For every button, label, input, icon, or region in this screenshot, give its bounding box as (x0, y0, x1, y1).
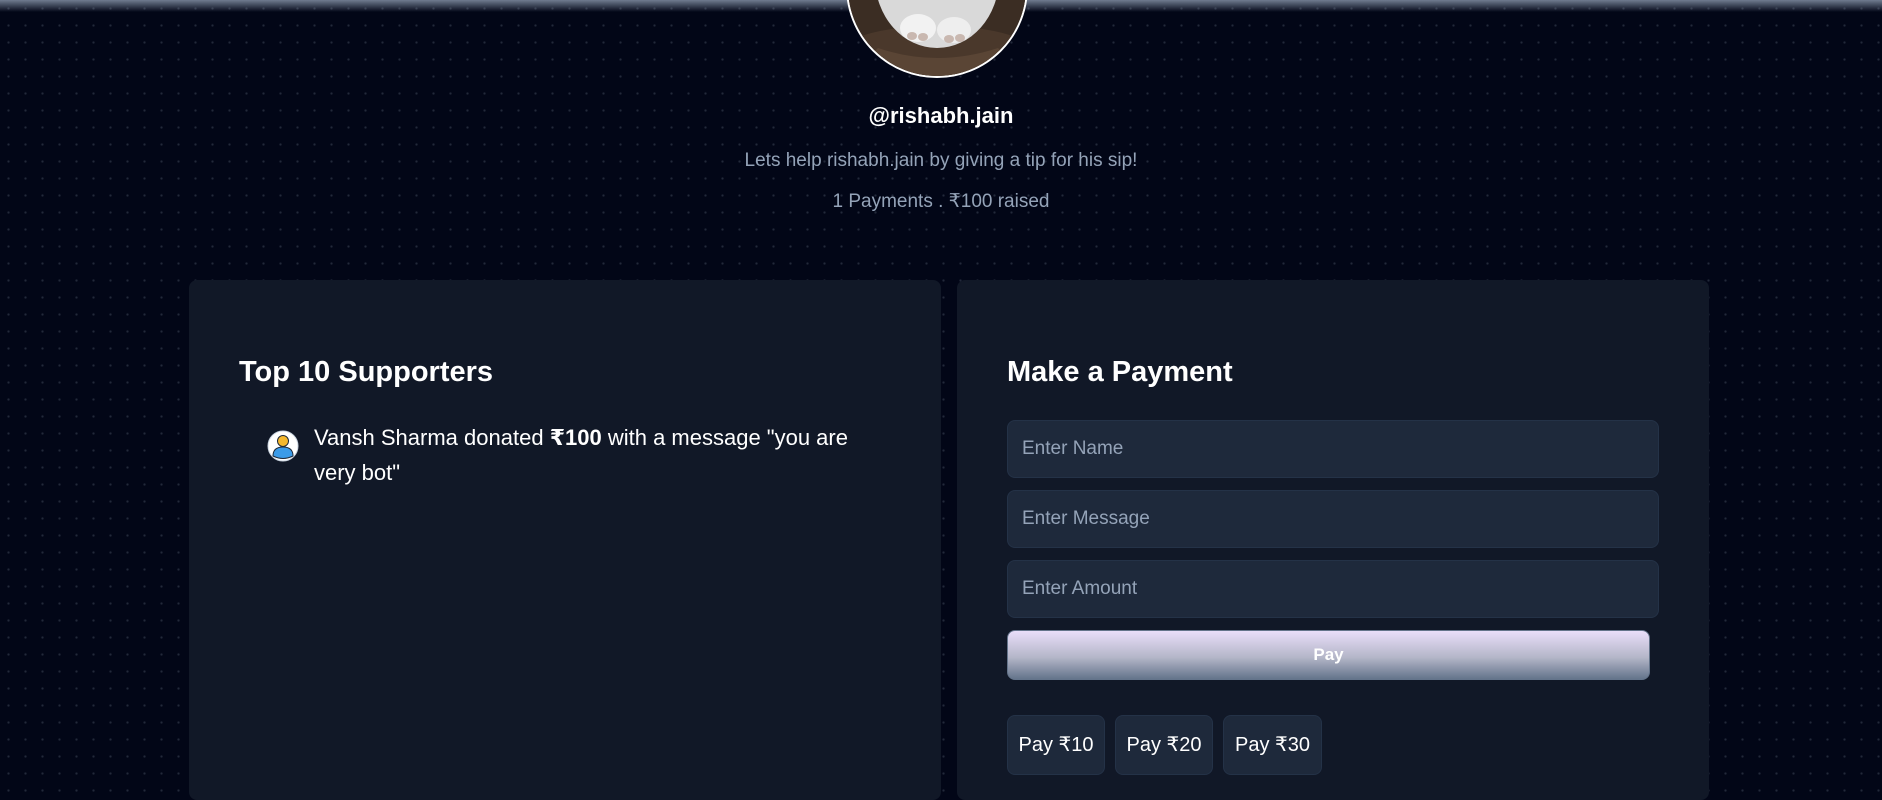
pay-button[interactable]: Pay (1007, 630, 1650, 680)
name-input[interactable] (1007, 420, 1659, 478)
profile-tagline: Lets help rishabh.jain by giving a tip f… (744, 150, 1138, 171)
pay-20-button[interactable]: Pay ₹20 (1115, 715, 1213, 775)
supporter-donated: donated (464, 425, 544, 450)
supporters-panel: Top 10 Supporters Vansh Sharma donated ₹… (189, 280, 941, 800)
pay-10-button[interactable]: Pay ₹10 (1007, 715, 1105, 775)
supporter-item: Vansh Sharma donated ₹100 with a message… (267, 420, 867, 490)
supporter-name: Vansh Sharma (314, 425, 458, 450)
payment-stats: 1 Payments . ₹100 raised (832, 191, 1050, 212)
payment-panel: Make a Payment Pay Pay ₹10 Pay ₹20 Pay ₹… (957, 280, 1709, 800)
supporter-amount: ₹100 (549, 425, 602, 450)
user-avatar-icon (267, 430, 299, 462)
payment-title: Make a Payment (1007, 356, 1233, 388)
profile-picture (846, 0, 1028, 78)
amount-input[interactable] (1007, 560, 1659, 618)
cat-photo (848, 0, 1026, 76)
supporters-title: Top 10 Supporters (239, 356, 494, 388)
pay-30-button[interactable]: Pay ₹30 (1223, 715, 1322, 775)
profile-handle: @rishabh.jain (868, 103, 1014, 128)
message-input[interactable] (1007, 490, 1659, 548)
supporter-text: Vansh Sharma donated ₹100 with a message… (314, 420, 867, 490)
